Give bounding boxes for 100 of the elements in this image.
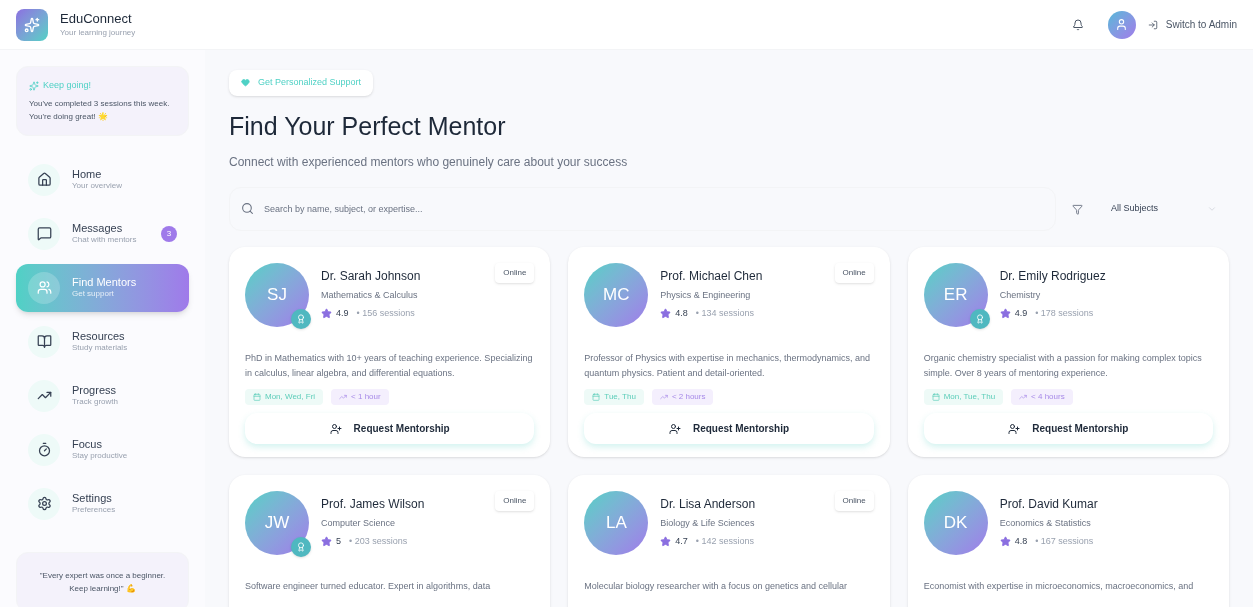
search-field[interactable]: Search by name, subject, or expertise... <box>229 187 1056 231</box>
app-logo <box>16 8 48 41</box>
mentor-subject: Mathematics & Calculus <box>321 289 419 302</box>
online-status: Online <box>834 491 874 511</box>
calendar-icon <box>253 393 261 401</box>
motivation-text: You've completed 3 sessions this week. You're doing great! 🌟 <box>29 97 171 123</box>
nav-subtitle: Your overview <box>72 181 123 192</box>
nav-label: Home <box>72 167 103 182</box>
request-mentorship-button[interactable]: Request Mentorship <box>584 413 874 444</box>
sparkles-icon <box>29 80 39 91</box>
mentor-bio: Economist with expertise in microeconomics, macroeconomics, and <box>923 580 1195 593</box>
chevron-down-icon <box>1207 204 1217 214</box>
session-count: • 156 sessions <box>356 306 415 320</box>
online-status: Online <box>495 491 535 511</box>
mentor-bio: PhD in Mathematics with 10+ years of teaching experience. Specializing in calculus, linear algebra, and differential equations. <box>245 352 534 380</box>
mentor-subject: Biology & Life Sciences <box>660 517 756 530</box>
mentor-subject: Economics & Statistics <box>999 517 1092 530</box>
nav-subtitle: Study materials <box>72 343 129 354</box>
chat-icon <box>36 226 52 241</box>
nav-subtitle: Track growth <box>72 397 119 408</box>
online-status: Online <box>495 263 535 283</box>
trend-icon <box>659 393 668 401</box>
mentor-bio: Molecular biology researcher with a focus on genetics and cellular <box>584 580 848 593</box>
nav-label: Settings <box>72 491 113 506</box>
app-name: EduConnect <box>60 11 133 28</box>
avatar: DK <box>923 491 988 555</box>
user-avatar[interactable] <box>1107 10 1136 39</box>
nav-item[interactable]: Focus Stay productive <box>16 425 189 474</box>
app-tagline: Your learning journey <box>60 27 136 38</box>
sign-in-icon <box>1147 19 1158 30</box>
mentor-name: Prof. Michael Chen <box>660 268 764 285</box>
trend-icon <box>339 393 348 401</box>
notification-icon[interactable] <box>1071 18 1084 31</box>
request-mentorship-button[interactable]: Request Mentorship <box>245 413 535 444</box>
subject-dropdown[interactable]: All Subjects <box>1099 187 1229 231</box>
nav-item[interactable]: Progress Track growth <box>16 371 189 420</box>
session-count: • 178 sessions <box>1035 306 1094 320</box>
session-count: • 142 sessions <box>695 534 755 548</box>
add-user-icon <box>1008 422 1021 435</box>
nav-item[interactable]: Resources Study materials <box>16 317 189 366</box>
nav-subtitle: Stay productive <box>72 451 129 462</box>
star-icon <box>660 307 672 319</box>
subject-value: All Subjects <box>1111 202 1159 216</box>
request-mentorship-button[interactable]: Request Mentorship <box>923 413 1213 444</box>
unread-badge: 3 <box>161 225 177 242</box>
nav-item[interactable]: Messages Chat with mentors 3 <box>16 209 189 258</box>
star-icon <box>999 535 1011 547</box>
avatar: LA <box>584 491 649 555</box>
response-time-tag: < 1 hour <box>331 389 389 405</box>
calendar-icon <box>592 393 601 401</box>
mentor-name: Dr. Lisa Anderson <box>660 496 757 513</box>
rating: 4.7 <box>675 534 688 548</box>
filter-icon[interactable] <box>1072 203 1083 215</box>
availability-tag: Mon, Wed, Fri <box>245 389 324 405</box>
avatar: ER <box>923 263 988 327</box>
session-count: • 203 sessions <box>349 534 408 548</box>
mentor-bio: Software engineer turned educator. Expert in algorithms, data <box>245 580 492 593</box>
book-icon <box>36 334 52 349</box>
nav-label: Find Mentors <box>72 275 138 290</box>
switch-admin-button[interactable]: Switch to Admin <box>1147 17 1237 32</box>
add-user-icon <box>329 422 342 435</box>
support-pill: Get Personalized Support <box>229 70 374 96</box>
trend-icon <box>1019 393 1028 401</box>
mentor-name: Dr. Emily Rodriguez <box>999 268 1107 285</box>
home-icon <box>36 172 52 187</box>
nav-item[interactable]: Home Your overview <box>16 155 189 204</box>
avatar: JW <box>245 491 309 555</box>
nav-label: Messages <box>72 221 124 236</box>
mentor-name: Prof. David Kumar <box>999 496 1099 513</box>
nav-item[interactable]: Settings Preferences <box>16 479 189 528</box>
timer-icon <box>36 442 52 457</box>
nav-label: Focus <box>72 437 103 452</box>
nav-subtitle: Get support <box>72 289 115 300</box>
add-user-icon <box>668 422 681 435</box>
avatar: MC <box>584 263 649 327</box>
star-icon <box>999 307 1011 319</box>
rating: 4.9 <box>1014 306 1028 320</box>
mentor-subject: Chemistry <box>999 289 1042 302</box>
rating: 4.8 <box>1014 534 1028 548</box>
mentor-subject: Physics & Engineering <box>660 289 752 302</box>
mentor-name: Dr. Sarah Johnson <box>321 268 422 285</box>
nav-subtitle: Preferences <box>72 505 117 516</box>
mentor-subject: Computer Science <box>321 517 397 530</box>
availability-tag: Mon, Tue, Thu <box>923 389 1004 405</box>
nav-label: Progress <box>72 383 118 398</box>
star-icon <box>321 535 332 547</box>
mentor-bio: Professor of Physics with expertise in mechanics, thermodynamics, and quantum physics. Patient and detail-oriented. <box>584 352 871 380</box>
avatar: SJ <box>245 263 309 327</box>
session-count: • 134 sessions <box>695 306 755 320</box>
settings-icon <box>36 496 52 511</box>
users-icon <box>36 280 52 295</box>
nav-label: Resources <box>72 329 126 344</box>
star-icon <box>660 535 672 547</box>
nav-subtitle: Chat with mentors <box>72 235 138 246</box>
online-status: Online <box>834 263 874 283</box>
session-count: • 167 sessions <box>1035 534 1094 548</box>
quote-card: "Every expert was once a beginner. Keep learning!" 💪 <box>16 551 189 607</box>
response-time-tag: < 2 hours <box>651 389 714 405</box>
rating: 5 <box>336 534 341 548</box>
star-icon <box>321 307 332 319</box>
